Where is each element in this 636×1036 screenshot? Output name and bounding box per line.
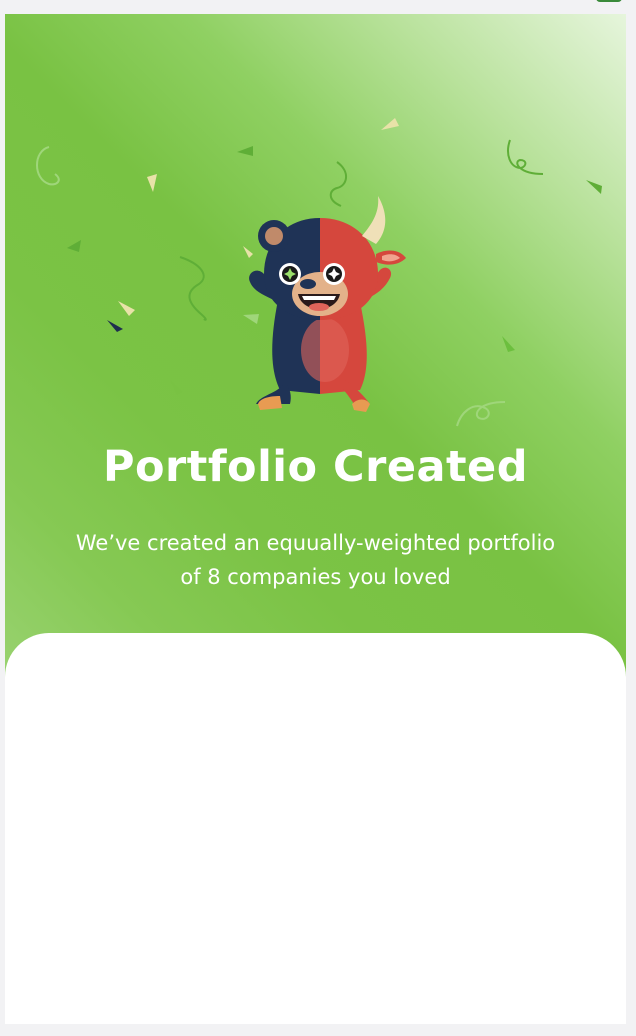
bottom-sheet (5, 633, 626, 1024)
status-indicator (596, 0, 622, 2)
celebration-hero: Portfolio Created We’ve created an equua… (5, 14, 626, 694)
page-title: Portfolio Created (103, 442, 528, 492)
bull-bear-mascot-illustration (249, 196, 406, 412)
page-subtitle: We’ve created an equually-weighted portf… (75, 531, 556, 589)
portfolio-created-screen: Portfolio Created We’ve created an equua… (5, 14, 626, 1024)
